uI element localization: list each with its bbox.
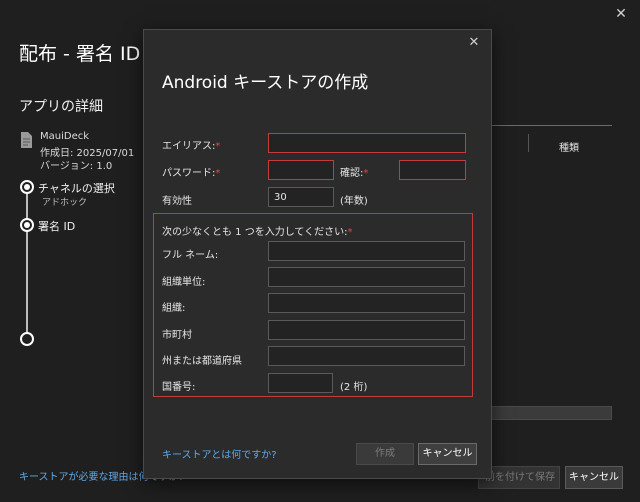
app-name: MauiDeck (40, 131, 90, 142)
alias-input[interactable] (268, 133, 466, 153)
page-title: 配布 - 署名 ID (19, 43, 141, 65)
full-name-input[interactable] (268, 241, 465, 261)
validity-label: 有効性 (162, 196, 192, 207)
identity-table-border (488, 125, 612, 126)
city-label: 市町村 (162, 330, 192, 341)
cancel-button[interactable]: キャンセル (565, 466, 623, 489)
table-header-type[interactable]: 種類 (559, 139, 579, 154)
org-unit-label: 組織単位: (162, 277, 206, 288)
create-button[interactable]: 作成 (356, 443, 414, 465)
confirm-password-label: 確認:* (340, 168, 369, 179)
step-channel-indicator (20, 180, 34, 194)
app-version: バージョン: 1.0 (40, 161, 113, 172)
close-icon[interactable]: ✕ (465, 34, 483, 52)
organization-label: 組織: (162, 303, 186, 314)
horizontal-scrollbar[interactable] (488, 406, 612, 420)
file-icon (21, 132, 32, 148)
org-unit-input[interactable] (268, 267, 465, 287)
app-details-heading: アプリの詳細 (19, 99, 103, 115)
step-channel-label[interactable]: チャネルの選択 (38, 180, 115, 196)
password-label: パスワード:* (162, 168, 221, 179)
country-code-input[interactable] (268, 373, 333, 393)
required-mark: * (363, 168, 369, 179)
password-input[interactable] (268, 160, 334, 180)
validity-unit: (年数) (340, 196, 368, 207)
full-name-label: フル ネーム: (162, 250, 219, 261)
step-channel-sublabel: アドホック (42, 198, 88, 208)
identity-heading: 次の少なくとも 1 つを入力してください:* (162, 227, 353, 238)
step-signing-indicator (20, 218, 34, 232)
step-final-indicator (20, 332, 34, 346)
state-input[interactable] (268, 346, 465, 366)
required-mark: * (215, 141, 221, 152)
step-progress-line (26, 186, 28, 334)
close-icon[interactable]: ✕ (611, 4, 631, 24)
country-code-label: 国番号: (162, 382, 196, 393)
what-is-keystore-link[interactable]: キーストアとは何ですか? (162, 446, 277, 461)
city-input[interactable] (268, 320, 465, 340)
state-label: 州または都道府県 (162, 356, 242, 367)
required-mark: * (215, 168, 221, 179)
dialog-title: Android キーストアの作成 (162, 73, 369, 93)
table-column-separator (528, 134, 529, 152)
required-mark: * (347, 227, 353, 238)
organization-input[interactable] (268, 293, 465, 313)
country-code-unit: (2 桁) (340, 382, 368, 393)
step-signing-label[interactable]: 署名 ID (38, 218, 75, 234)
validity-input[interactable] (268, 187, 334, 207)
create-keystore-dialog: ✕ Android キーストアの作成 エイリアス:* パスワード:* 確認:* … (143, 29, 492, 479)
confirm-password-input[interactable] (399, 160, 466, 180)
alias-label: エイリアス:* (162, 141, 221, 152)
dialog-cancel-button[interactable]: キャンセル (418, 443, 477, 465)
